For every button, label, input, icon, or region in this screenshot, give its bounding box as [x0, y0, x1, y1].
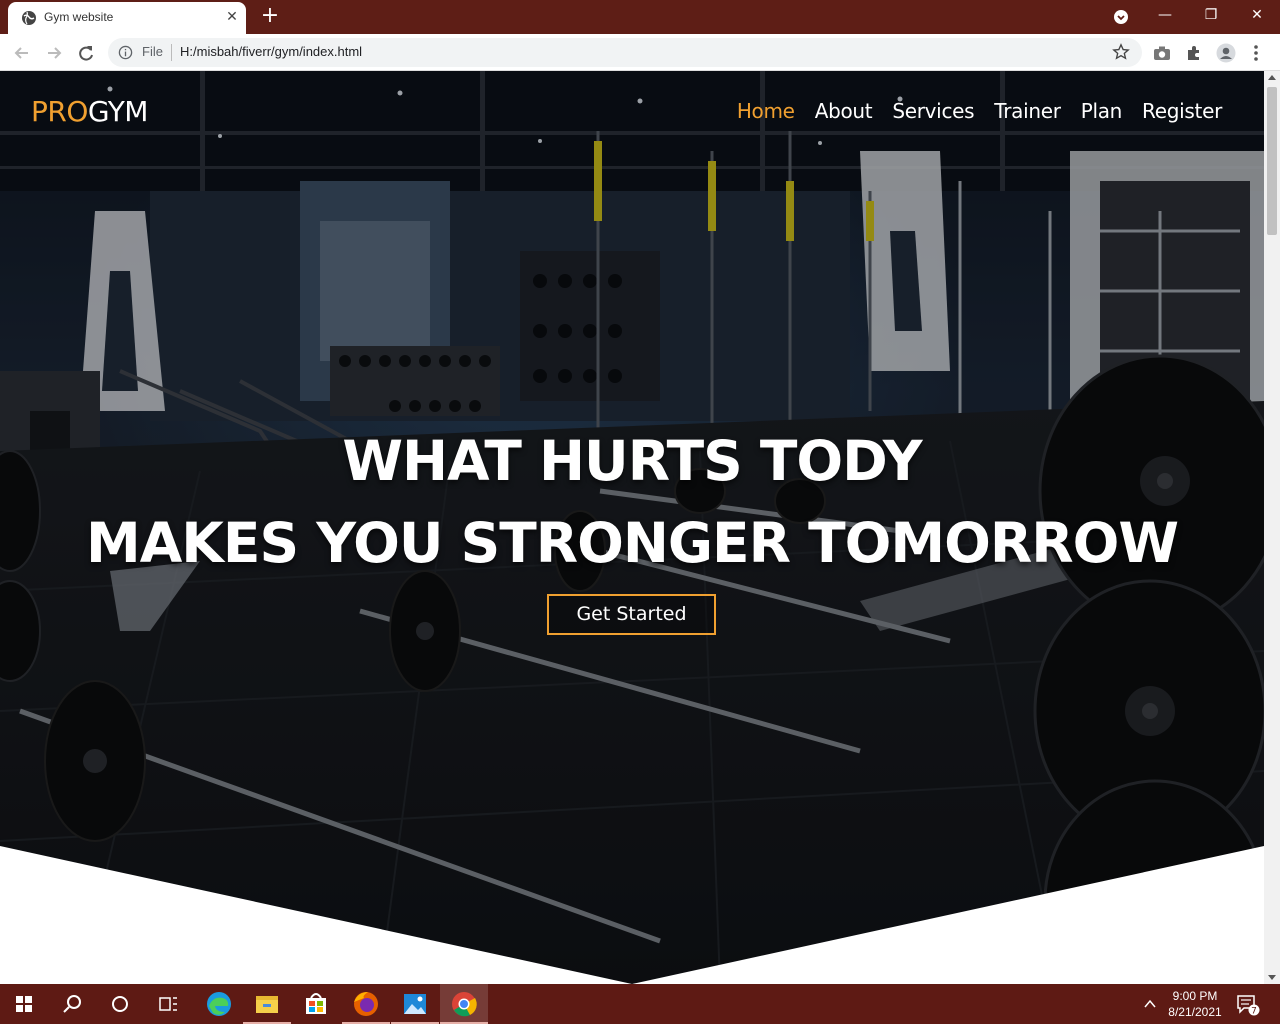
nav-link-trainer[interactable]: Trainer — [994, 99, 1061, 123]
forward-arrow-icon[interactable] — [44, 43, 64, 63]
minimize-window-button[interactable]: — — [1142, 0, 1188, 30]
clock-date: 8/21/2021 — [1168, 1005, 1222, 1019]
restore-window-button[interactable]: ❐ — [1188, 0, 1234, 30]
main-nav: Home About Services Trainer Plan Registe… — [737, 99, 1222, 123]
taskbar-file-explorer[interactable] — [243, 984, 291, 1024]
globe-icon — [22, 11, 36, 25]
logo-pro-text: PRO — [31, 95, 88, 128]
windows-taskbar: 9:00 PM 8/21/2021 7 — [0, 984, 1280, 1024]
nav-link-home[interactable]: Home — [737, 99, 795, 123]
windows-logo-icon — [16, 996, 32, 1012]
taskbar-clock[interactable]: 9:00 PM 8/21/2021 — [1166, 988, 1224, 1020]
new-tab-button[interactable]: + — [258, 5, 282, 29]
chrome-icon — [452, 992, 477, 1017]
nav-link-services[interactable]: Services — [892, 99, 974, 123]
extensions-puzzle-icon[interactable] — [1184, 43, 1204, 63]
notification-center-icon[interactable]: 7 — [1236, 994, 1260, 1016]
back-arrow-icon[interactable] — [12, 43, 32, 63]
taskbar-chrome[interactable] — [440, 984, 488, 1024]
reload-icon[interactable] — [76, 43, 96, 63]
start-button[interactable] — [0, 984, 48, 1024]
url-separator — [171, 44, 172, 61]
url-text[interactable]: H:/misbah/fiverr/gym/index.html — [180, 44, 362, 59]
page-scrollbar[interactable] — [1264, 71, 1280, 984]
taskbar-edge[interactable] — [195, 984, 243, 1024]
scroll-thumb[interactable] — [1267, 87, 1277, 235]
task-view-button[interactable] — [144, 984, 192, 1024]
get-started-button[interactable]: Get Started — [547, 594, 716, 635]
photos-icon — [404, 994, 426, 1014]
folder-icon — [256, 996, 278, 1013]
notification-count: 7 — [1251, 1007, 1257, 1017]
hero-section: PROGYM Home About Services Trainer Plan … — [0, 71, 1264, 984]
task-view-icon — [159, 997, 177, 1011]
scroll-down-arrow-icon[interactable] — [1268, 975, 1276, 980]
nav-link-register[interactable]: Register — [1142, 99, 1222, 123]
tab-search-icon[interactable] — [1113, 9, 1129, 25]
close-tab-icon[interactable]: ✕ — [224, 9, 240, 25]
bookmark-star-icon[interactable] — [1112, 43, 1130, 61]
profile-avatar-icon[interactable] — [1216, 43, 1236, 63]
info-icon[interactable] — [118, 45, 133, 60]
tab-title: Gym website — [44, 10, 114, 24]
search-button[interactable] — [48, 984, 96, 1024]
page-viewport: PROGYM Home About Services Trainer Plan … — [0, 71, 1264, 984]
browser-toolbar: File H:/misbah/fiverr/gym/index.html — [0, 34, 1280, 71]
address-bar[interactable]: File H:/misbah/fiverr/gym/index.html — [108, 38, 1142, 67]
site-logo[interactable]: PROGYM — [31, 95, 148, 128]
hero-headline-line1: WHAT HURTS TODY — [342, 429, 922, 493]
clock-time: 9:00 PM — [1172, 989, 1218, 1003]
cortana-button[interactable] — [96, 984, 144, 1024]
logo-gym-text: GYM — [87, 95, 149, 128]
close-window-button[interactable]: ✕ — [1234, 0, 1280, 30]
browser-tab[interactable]: Gym website ✕ — [8, 2, 246, 34]
taskbar-photos[interactable] — [391, 984, 439, 1024]
chevron-up-icon[interactable] — [1142, 996, 1158, 1012]
camera-icon[interactable] — [1152, 43, 1172, 63]
menu-kebab-icon[interactable] — [1246, 43, 1266, 63]
scroll-up-arrow-icon[interactable] — [1268, 75, 1276, 80]
edge-browser-icon — [207, 992, 231, 1016]
search-icon — [63, 995, 81, 1013]
taskbar-firefox[interactable] — [342, 984, 390, 1024]
taskbar-store[interactable] — [292, 984, 340, 1024]
cortana-circle-icon — [112, 996, 128, 1012]
nav-link-about[interactable]: About — [815, 99, 873, 123]
firefox-icon — [354, 992, 378, 1016]
url-scheme-label: File — [142, 44, 163, 59]
store-bag-icon — [306, 993, 326, 1014]
hero-headline-line2: MAKES YOU STRONGER TOMORROW — [85, 511, 1179, 575]
nav-link-plan[interactable]: Plan — [1081, 99, 1123, 123]
browser-tab-strip: Gym website ✕ + — ❐ ✕ — [0, 0, 1280, 34]
